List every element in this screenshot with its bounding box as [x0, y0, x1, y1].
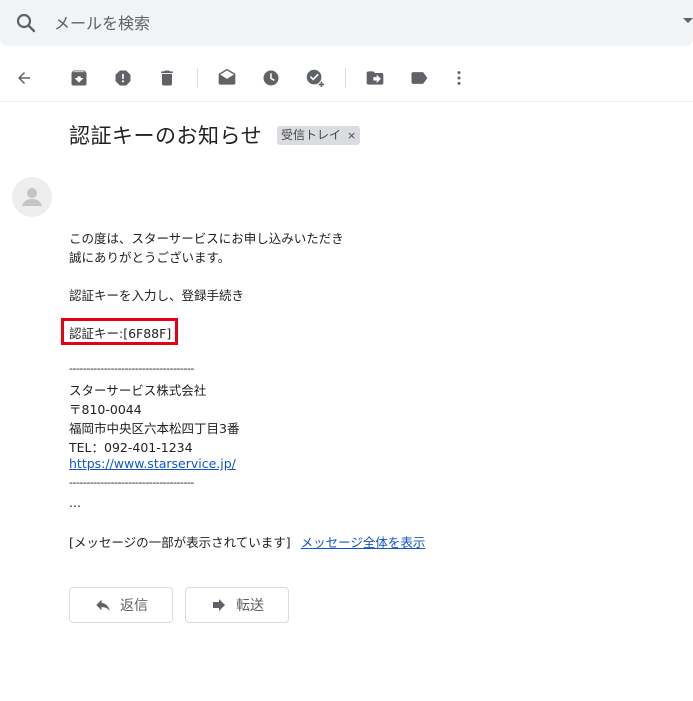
labels-icon[interactable]: [407, 66, 431, 90]
mark-unread-icon[interactable]: [215, 66, 239, 90]
toolbar-divider: [345, 68, 346, 88]
search-icon[interactable]: [14, 11, 38, 35]
signature-separator: ------------------------------------: [69, 476, 194, 489]
reply-button[interactable]: 返信: [69, 587, 173, 623]
address: 福岡市中央区六本松四丁目3番: [69, 421, 240, 436]
trimmed-content-ellipsis[interactable]: ...: [69, 495, 81, 510]
body-text-line: この度は、スターサービスにお申し込みいただき: [69, 231, 344, 246]
report-spam-icon[interactable]: [111, 66, 135, 90]
default-avatar-icon: [22, 188, 42, 206]
reply-label: 返信: [120, 598, 148, 614]
company-name: スターサービス株式会社: [69, 383, 207, 398]
avatar[interactable]: [12, 177, 52, 217]
body-text-line: 認証キーを入力し、登録手続き: [69, 288, 245, 303]
auth-key-text: 認証キー:[6F88F]: [69, 326, 172, 341]
telephone: TEL：092-401-1234: [69, 440, 193, 455]
move-to-icon[interactable]: [363, 66, 387, 90]
search-bar: [0, 0, 693, 46]
add-to-tasks-icon[interactable]: [303, 66, 327, 90]
forward-button[interactable]: 転送: [185, 587, 289, 623]
delete-icon[interactable]: [155, 66, 179, 90]
signature-separator: ------------------------------------: [69, 362, 194, 375]
clipped-notice-text: [メッセージの一部が表示されています]: [69, 535, 291, 550]
archive-icon[interactable]: [67, 66, 91, 90]
forward-icon: [213, 599, 225, 611]
body-text-line: 誠にありがとうございます。: [69, 250, 231, 265]
inbox-label-chip: 受信トレイ ×: [277, 126, 361, 145]
page-title: 認証キーのお知らせ: [69, 124, 263, 148]
company-url-link[interactable]: https://www.starservice.jp/: [69, 456, 236, 471]
reply-icon: [96, 599, 110, 611]
search-options-chevron-icon[interactable]: [683, 18, 693, 23]
label-text: 受信トレイ: [281, 128, 342, 142]
remove-label-close-icon[interactable]: ×: [347, 126, 356, 145]
clipped-message-notice: [メッセージの一部が表示されています] メッセージ全体を表示: [69, 532, 425, 551]
more-vert-icon[interactable]: [447, 66, 471, 90]
message-toolbar: [0, 54, 693, 102]
forward-label: 転送: [236, 598, 264, 614]
view-entire-message-link[interactable]: メッセージ全体を表示: [301, 535, 426, 550]
back-arrow-icon[interactable]: [12, 66, 36, 90]
snooze-icon[interactable]: [259, 66, 283, 90]
search-input[interactable]: [54, 10, 614, 36]
postal-code: 〒810-0044: [69, 402, 142, 417]
toolbar-divider: [197, 68, 198, 88]
